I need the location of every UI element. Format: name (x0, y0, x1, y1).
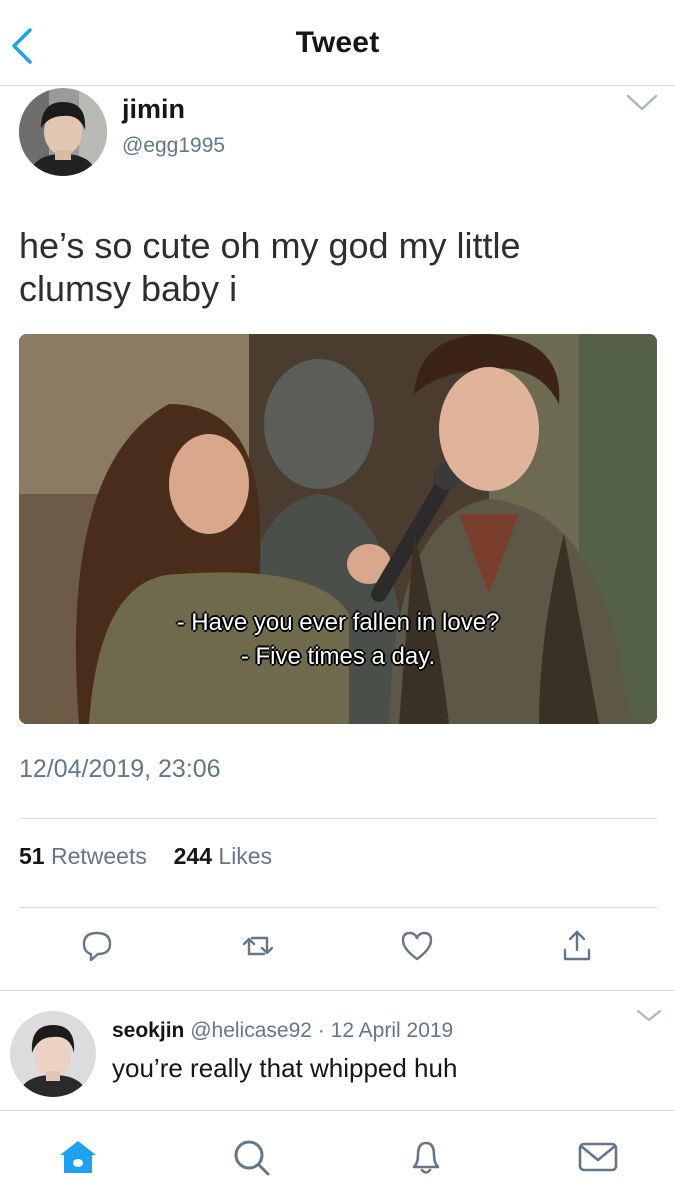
messages-icon (578, 1142, 618, 1172)
author-handle[interactable]: @egg1995 (122, 134, 225, 158)
chevron-down-icon (626, 94, 658, 111)
tab-home[interactable] (56, 1135, 100, 1179)
media-subtitles: - Have you ever fallen in love? - Five t… (19, 606, 657, 674)
retweets-label: Retweets (50, 843, 147, 869)
subtitle-line: - Have you ever fallen in love? (176, 609, 500, 636)
tweet-author: jimin @egg1995 (0, 86, 675, 186)
reply-author-handle[interactable]: @helicase92 (190, 1019, 312, 1042)
retweets-count: 51 (19, 843, 45, 869)
reply-tweet[interactable]: seokjin @helicase92 · 12 April 2019 you’… (0, 990, 675, 1110)
retweet-icon (242, 936, 274, 956)
chevron-down-icon (636, 1009, 662, 1022)
like-icon (401, 931, 433, 961)
author-name[interactable]: jimin (122, 94, 185, 125)
retweets-stat[interactable]: 51 Retweets (19, 843, 153, 869)
reply-icon (82, 931, 112, 962)
tab-messages[interactable] (576, 1135, 620, 1179)
tweet-stats: 51 Retweets 244 Likes (19, 843, 272, 870)
avatar[interactable] (19, 88, 107, 176)
reply-button[interactable] (79, 928, 115, 964)
tweet-action-bar (0, 924, 675, 972)
avatar[interactable] (10, 1011, 96, 1097)
tab-notifications[interactable] (404, 1135, 448, 1179)
search-icon (234, 1140, 270, 1176)
reply-text: you’re really that whipped huh (112, 1053, 458, 1083)
likes-stat[interactable]: 244 Likes (174, 843, 272, 869)
reply-date: 12 April 2019 (330, 1019, 454, 1042)
page-title: Tweet (295, 26, 380, 59)
reply-separator: · (317, 1019, 325, 1042)
reply-author-name[interactable]: seokjin (112, 1019, 184, 1042)
tweet-options-button[interactable] (625, 92, 659, 114)
subtitle-line: - Five times a day. (240, 643, 436, 670)
navigation-bar: Tweet (0, 0, 675, 86)
share-icon (563, 930, 591, 961)
tab-bar (0, 1110, 675, 1200)
divider (19, 907, 657, 908)
tweet-timestamp: 12/04/2019, 23:06 (19, 755, 221, 783)
divider (19, 818, 657, 819)
tweet-text: he’s so cute oh my god my little clumsy … (19, 225, 521, 309)
tab-search[interactable] (229, 1135, 273, 1179)
likes-label: Likes (218, 843, 273, 869)
home-icon (60, 1141, 96, 1173)
reply-options-button[interactable] (635, 1007, 663, 1025)
reply-header: seokjin @helicase92 · 12 April 2019 (112, 1019, 453, 1043)
share-button[interactable] (559, 928, 595, 964)
retweet-button[interactable] (240, 928, 276, 964)
like-button[interactable] (399, 928, 435, 964)
tweet-media[interactable]: - Have you ever fallen in love? - Five t… (19, 334, 657, 724)
likes-count: 244 (173, 843, 213, 869)
notifications-icon (412, 1141, 440, 1174)
